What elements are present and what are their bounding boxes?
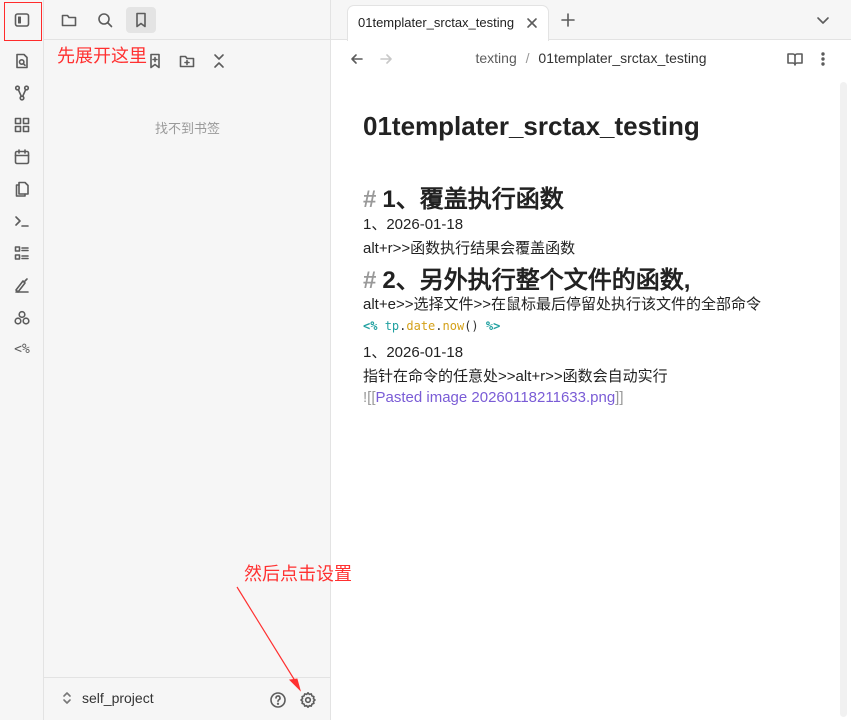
folder-add-icon xyxy=(179,55,195,68)
collapse-icon xyxy=(214,54,224,68)
plus-icon xyxy=(561,13,575,27)
bases-button[interactable] xyxy=(9,305,35,331)
text-line[interactable]: 1、2026-01-18 xyxy=(363,341,463,362)
breadcrumb-file[interactable]: 01templater_srctax_testing xyxy=(538,50,706,66)
text-line[interactable]: alt+r>>函数执行结果会覆盖函数 xyxy=(363,237,575,258)
book-open-icon xyxy=(787,53,803,66)
code-open-tag: <% xyxy=(363,319,378,333)
gear-icon xyxy=(300,692,316,708)
graph-icon xyxy=(14,85,30,101)
pages-button[interactable] xyxy=(9,176,35,202)
highlight-box xyxy=(4,2,42,41)
calendar-icon xyxy=(14,149,30,165)
embed-close: ]] xyxy=(615,389,624,406)
text-line[interactable]: alt+e>>选择文件>>在鼠标最后停留处执行该文件的全部命令 xyxy=(363,293,761,314)
settings-button[interactable] xyxy=(297,689,319,711)
help-button[interactable] xyxy=(267,689,289,711)
list-icon xyxy=(14,246,29,260)
tab-bar: 01templater_srctax_testing xyxy=(331,0,851,41)
heading-2[interactable]: #2、另外执行整个文件的函数, xyxy=(363,260,690,295)
vault-bar: self_project xyxy=(44,677,331,720)
reading-view-button[interactable] xyxy=(786,50,804,68)
embed-open: ![[ xyxy=(363,389,376,406)
collapse-all-button[interactable] xyxy=(207,49,231,73)
pages-icon xyxy=(15,181,29,197)
new-tab-button[interactable] xyxy=(559,11,577,29)
signature-button[interactable] xyxy=(9,272,35,298)
heading-text: 1、覆盖执行函数 xyxy=(382,186,564,213)
note-title[interactable]: 01templater_srctax_testing xyxy=(363,111,700,142)
chevrons-updown-icon xyxy=(63,692,71,704)
code-parens: () xyxy=(464,319,479,333)
vault-name: self_project xyxy=(82,690,154,706)
canvas-icon xyxy=(14,117,30,133)
empty-bookmarks-message: 找不到书签 xyxy=(154,121,220,136)
view-header: texting / 01templater_srctax_testing xyxy=(331,40,851,78)
daily-note-button[interactable] xyxy=(9,144,35,170)
more-vertical-icon xyxy=(821,52,825,66)
image-embed-link[interactable]: ![[Pasted image 20260118211633.png]] xyxy=(363,389,624,406)
code-property: date xyxy=(406,319,436,333)
tab-files[interactable] xyxy=(54,7,84,33)
sidebar-tab-bar xyxy=(44,0,331,40)
more-options-button[interactable] xyxy=(814,50,832,68)
help-icon xyxy=(270,692,286,708)
close-tab-button[interactable] xyxy=(524,15,540,31)
tab-search[interactable] xyxy=(90,7,120,33)
breadcrumb: texting / 01templater_srctax_testing xyxy=(331,50,851,66)
left-sidebar: 找不到书签 self_project xyxy=(44,0,331,720)
templater-code-line[interactable]: <% tp.date.now() %> xyxy=(363,319,500,333)
embed-filename[interactable]: Pasted image 20260118211633.png xyxy=(376,389,616,406)
tab-title: 01templater_srctax_testing xyxy=(358,15,515,30)
heading-hash: # xyxy=(363,267,377,294)
tab-bookmarks[interactable] xyxy=(126,7,156,33)
heading-hash: # xyxy=(363,186,377,213)
tab-active-note[interactable]: 01templater_srctax_testing xyxy=(347,5,549,41)
code-function: now xyxy=(442,319,465,333)
app-window: <% 找不到书签 self_project 01templater_srctax… xyxy=(0,0,851,720)
new-bookmark-group-button[interactable] xyxy=(175,49,199,73)
breadcrumb-folder[interactable]: texting xyxy=(475,50,516,66)
scrollbar[interactable] xyxy=(840,82,847,717)
close-icon xyxy=(527,18,537,28)
ribbon: <% xyxy=(0,0,44,720)
search-icon xyxy=(98,13,113,28)
bookmark-add-icon xyxy=(150,53,160,69)
code-close-tag: %> xyxy=(485,319,501,333)
chevron-down-icon xyxy=(817,17,829,24)
templater-icon: <% xyxy=(14,341,30,357)
search-file-icon xyxy=(16,53,28,69)
heading-1[interactable]: #1、覆盖执行函数 xyxy=(363,179,564,214)
graph-view-button[interactable] xyxy=(9,80,35,106)
tab-list-button[interactable] xyxy=(815,12,831,28)
expand-hint-annotation: 先展开这里 xyxy=(57,46,147,67)
settings-hint-annotation: 然后点击设置 xyxy=(244,564,352,585)
text-line[interactable]: 1、2026-01-18 xyxy=(363,213,463,234)
folder-icon xyxy=(61,14,77,27)
bookmark-icon xyxy=(136,12,146,28)
terminal-icon xyxy=(15,216,29,227)
text-line[interactable]: 指针在命令的任意处>>alt+r>>函数会自动实行 xyxy=(363,365,668,386)
breadcrumb-separator: / xyxy=(525,50,530,66)
vault-switcher[interactable]: self_project xyxy=(60,690,154,706)
heading-text: 2、另外执行整个文件的函数, xyxy=(382,267,691,294)
bases-icon xyxy=(14,310,30,325)
templater-button[interactable]: <% xyxy=(9,336,35,362)
code-dot: . xyxy=(435,319,443,333)
signature-icon xyxy=(15,278,29,293)
canvas-button[interactable] xyxy=(9,112,35,138)
command-button[interactable] xyxy=(9,208,35,234)
code-object: tp xyxy=(384,319,400,333)
main-pane: 01templater_srctax_testing texting / 01t… xyxy=(331,0,851,720)
outline-button[interactable] xyxy=(9,240,35,266)
quick-switcher-button[interactable] xyxy=(9,48,35,74)
